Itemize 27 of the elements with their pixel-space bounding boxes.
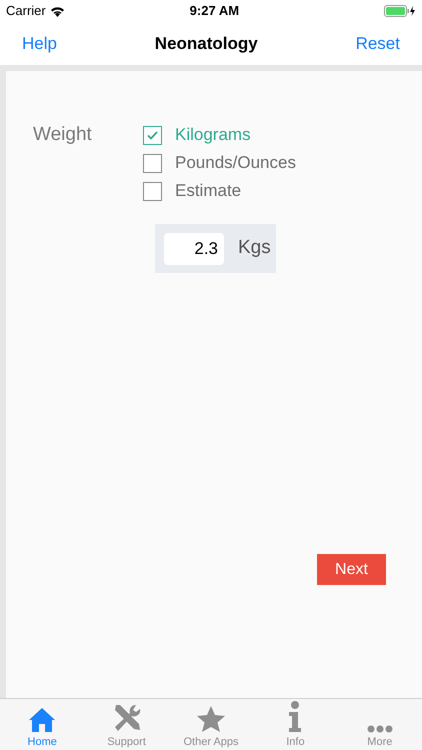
option-label: Estimate [175,180,242,202]
checkbox[interactable] [143,126,162,144]
nav-title: Neonatology [154,32,258,55]
tab-item[interactable]: Support [84,699,169,750]
unit-label: Kgs [238,236,271,260]
weight-label: Weight [33,123,93,147]
battery-icon [384,5,416,17]
home-icon [28,707,56,733]
next-button[interactable]: Next [317,554,386,585]
checkbox[interactable] [143,154,162,172]
weight-input-field[interactable]: 2.3 [164,232,224,264]
more-icon [366,725,393,733]
check-icon [147,130,158,140]
clock-time: 9:27 AM [190,2,240,20]
option-label: Kilograms [175,124,251,146]
checkbox[interactable] [143,182,162,200]
info-icon [287,701,304,733]
tab-item[interactable]: More [338,699,422,750]
reset-button[interactable]: Reset [356,30,400,56]
tab-item[interactable]: Home [0,699,84,750]
star-icon [196,705,226,733]
wifi-icon [50,6,65,16]
option-label: Pounds/Ounces [175,152,296,174]
carrier-label: Carrier [6,2,46,20]
tab-item[interactable]: Other Apps [168,699,254,750]
tab-item[interactable]: Info [253,699,338,750]
help-button[interactable]: Help [22,30,57,56]
